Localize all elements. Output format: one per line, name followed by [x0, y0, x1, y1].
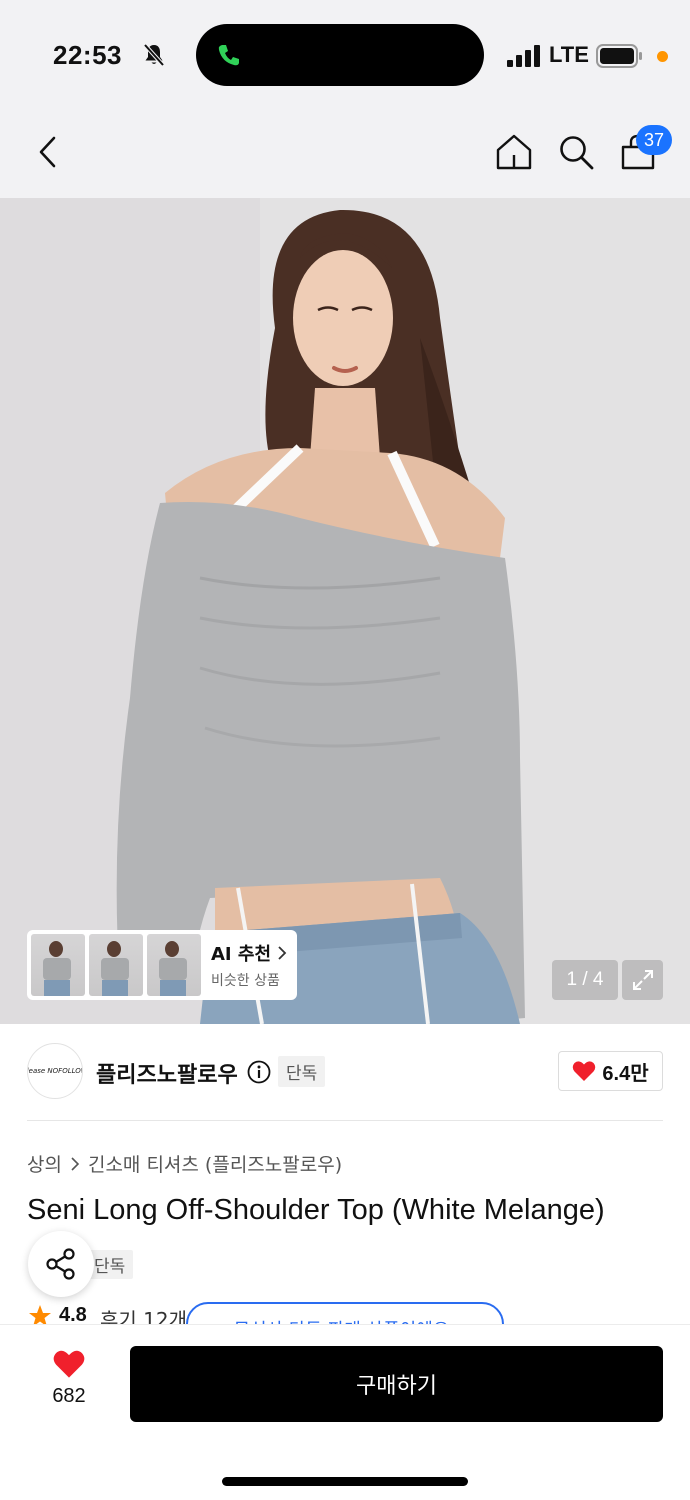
- share-button[interactable]: [28, 1231, 94, 1297]
- share-icon: [46, 1248, 75, 1280]
- rating-value: 4.8: [59, 1304, 87, 1326]
- search-button[interactable]: [554, 130, 598, 174]
- ai-recommend-subtitle: 비슷한 상품: [211, 973, 280, 989]
- ai-recommend-title: AI 추천: [211, 940, 287, 966]
- home-indicator[interactable]: [222, 1477, 468, 1486]
- ai-recommend-card[interactable]: AI 추천 비슷한 상품: [27, 930, 297, 1000]
- back-button[interactable]: [26, 130, 70, 174]
- section-divider: [27, 1120, 663, 1121]
- heart-icon: [573, 1061, 596, 1081]
- home-icon: [496, 134, 532, 170]
- cart-count-badge: 37: [636, 125, 672, 155]
- home-button[interactable]: [492, 130, 536, 174]
- buy-button[interactable]: 구매하기: [130, 1346, 663, 1422]
- ai-thumbnail: [89, 934, 143, 996]
- exclusive-promo-pill[interactable]: · 무신사 단독 판매 상품이에요: [186, 1302, 504, 1326]
- privacy-indicator-dot: [657, 51, 668, 62]
- product-image-gallery[interactable]: AI 추천 비슷한 상품 1 / 4: [0, 198, 690, 1024]
- ai-thumbnail: [147, 934, 201, 996]
- expand-image-button[interactable]: [622, 960, 663, 1000]
- chevron-right-icon: [278, 946, 287, 960]
- top-nav-bar: [0, 110, 690, 198]
- product-title: Seni Long Off-Shoulder Top (White Melang…: [27, 1194, 605, 1226]
- wishlist-count: 682: [52, 1385, 86, 1407]
- ai-thumbnail: [31, 934, 85, 996]
- battery-icon: [596, 44, 642, 68]
- heart-icon: [53, 1350, 85, 1378]
- product-photo: [0, 198, 690, 1024]
- dynamic-island[interactable]: [196, 24, 484, 86]
- rating-row: 4.8 후기 12개 · 무신사 단독 판매 상품이에요: [28, 1300, 668, 1326]
- brand-name[interactable]: 플리즈노팔로우: [96, 1057, 238, 1089]
- search-icon: [560, 136, 594, 170]
- brand-row: please NOFOLLOW 플리즈노팔로우 단독 6.4만: [0, 1024, 690, 1120]
- category-breadcrumb: 상의 긴소매 티셔츠 (플리즈노팔로우): [27, 1150, 342, 1177]
- bell-off-icon: [143, 43, 165, 67]
- bottom-action-bar: 682 구매하기: [0, 1324, 690, 1500]
- wishlist-button[interactable]: 682: [36, 1349, 102, 1419]
- brand-like-count: 6.4만: [602, 1062, 649, 1085]
- ai-recommend-label: AI 추천: [211, 944, 272, 965]
- expand-icon: [632, 970, 653, 990]
- info-icon[interactable]: [247, 1060, 271, 1084]
- status-time: 22:53: [53, 40, 122, 70]
- image-page-indicator: 1 / 4: [552, 960, 618, 1000]
- brand-logo[interactable]: please NOFOLLOW: [27, 1043, 83, 1099]
- star-icon: [29, 1305, 51, 1326]
- brand-like-button[interactable]: 6.4만: [558, 1051, 663, 1091]
- chevron-right-icon: [71, 1156, 80, 1171]
- review-count-link[interactable]: 후기 12개: [100, 1304, 187, 1326]
- brand-logo-text: please NOFOLLOW: [27, 1067, 82, 1075]
- ai-recommend-text: AI 추천 비슷한 상품: [211, 940, 287, 990]
- exclusive-badge: 단독: [278, 1056, 326, 1087]
- network-type: LTE: [549, 42, 589, 67]
- chevron-left-icon: [39, 136, 56, 168]
- cellular-signal-icon: [507, 45, 540, 67]
- breadcrumb-item[interactable]: 상의: [27, 1150, 62, 1177]
- status-bar: 22:53 LTE: [0, 0, 690, 110]
- breadcrumb-item[interactable]: 긴소매 티셔츠 (플리즈노팔로우): [88, 1150, 342, 1177]
- phone-call-icon: [218, 45, 239, 66]
